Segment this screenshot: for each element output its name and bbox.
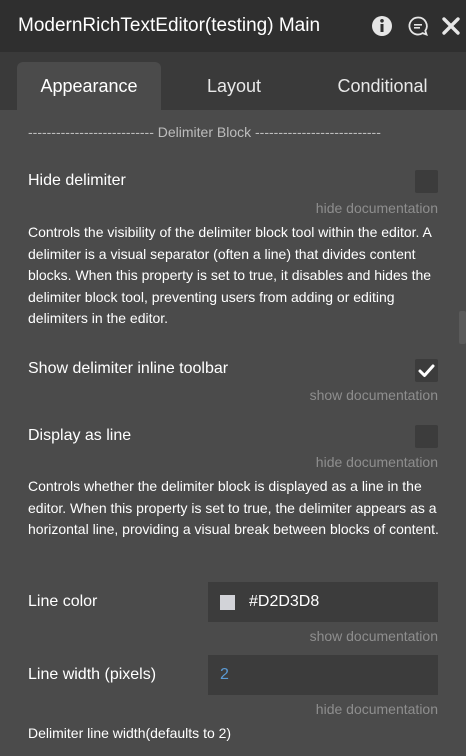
scrollbar-thumb[interactable]: [459, 311, 466, 344]
window-titlebar: ModernRichTextEditor(testing) Main: [0, 0, 466, 52]
tab-appearance[interactable]: Appearance: [17, 62, 161, 110]
display-as-line-checkbox[interactable]: [415, 425, 438, 448]
comment-icon[interactable]: [406, 14, 430, 38]
line-width-description: Delimiter line width(defaults to 2): [28, 725, 232, 741]
line-width-value: 2: [220, 666, 229, 683]
tab-bar: Appearance Layout Conditional: [0, 52, 466, 110]
hide-delimiter-description: Controls the visibility of the delimiter…: [28, 224, 432, 326]
line-color-label: Line color: [28, 593, 98, 610]
display-as-line-description: Controls whether the delimiter block is …: [28, 478, 439, 537]
checkmark-icon: [418, 364, 435, 377]
line-color-value: #D2D3D8: [249, 593, 320, 610]
hide-delimiter-label: Hide delimiter: [28, 172, 126, 189]
line-color-field[interactable]: #D2D3D8: [208, 582, 438, 622]
display-as-line-doc-toggle[interactable]: hide documentation: [316, 454, 438, 470]
show-inline-toolbar-label: Show delimiter inline toolbar: [28, 360, 229, 377]
tab-layout[interactable]: Layout: [170, 62, 298, 110]
line-width-doc-toggle[interactable]: hide documentation: [316, 701, 438, 717]
hide-delimiter-checkbox[interactable]: [415, 170, 438, 193]
color-swatch[interactable]: [220, 594, 235, 610]
window-title: ModernRichTextEditor(testing) Main: [18, 15, 321, 36]
line-width-label: Line width (pixels): [28, 666, 157, 683]
show-inline-toolbar-checkbox[interactable]: [415, 359, 438, 382]
hide-delimiter-doc-toggle[interactable]: hide documentation: [316, 200, 438, 216]
section-divider: --------------------------- Delimiter Bl…: [28, 124, 381, 140]
tab-conditional[interactable]: Conditional: [310, 62, 455, 110]
line-width-input[interactable]: 2: [208, 655, 438, 695]
close-icon[interactable]: [439, 14, 463, 38]
properties-panel: --------------------------- Delimiter Bl…: [0, 110, 466, 756]
display-as-line-label: Display as line: [28, 427, 132, 444]
line-color-doc-toggle[interactable]: show documentation: [310, 628, 438, 644]
info-icon[interactable]: [370, 14, 394, 38]
show-inline-toolbar-doc-toggle[interactable]: show documentation: [310, 387, 438, 403]
